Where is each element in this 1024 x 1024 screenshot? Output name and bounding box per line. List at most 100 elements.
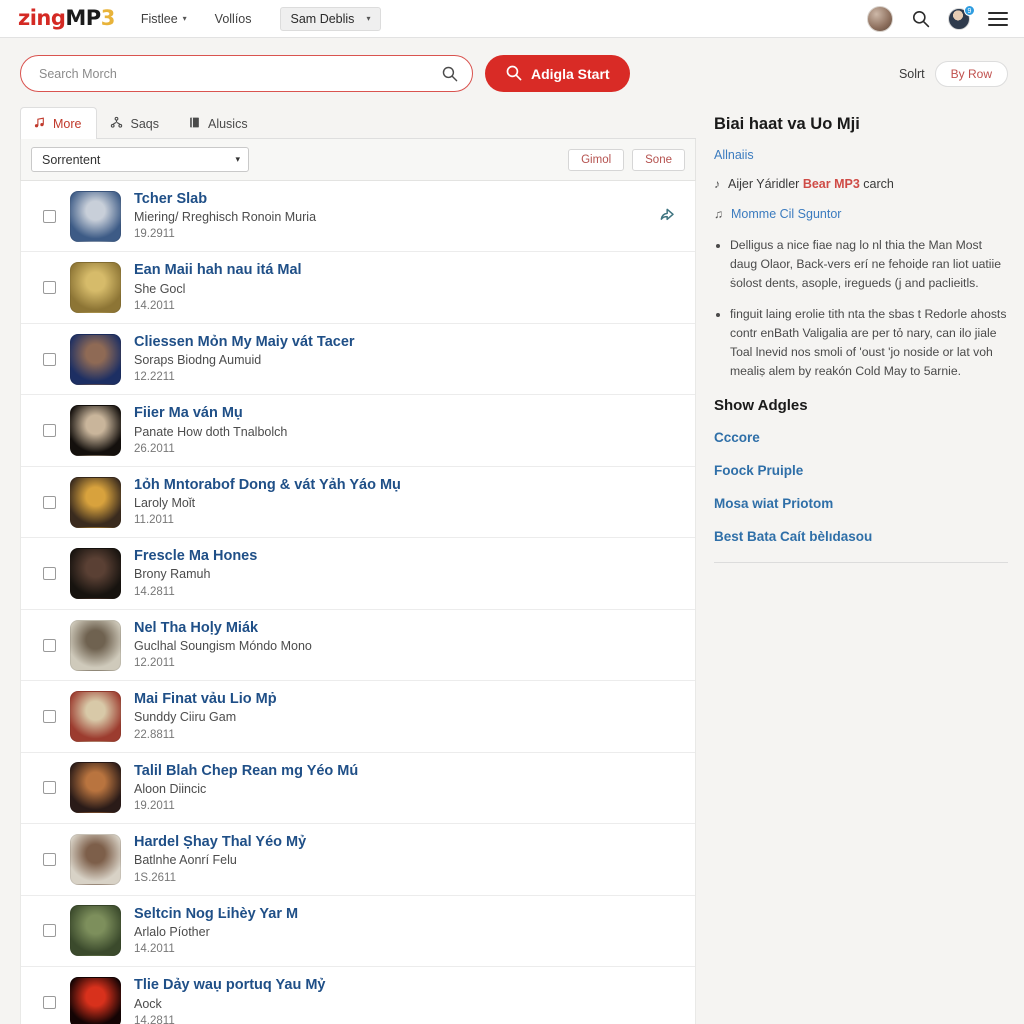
row-checkbox[interactable] [43,924,56,938]
row-title-link[interactable]: Tlie Dảy waụ portuq Yau Mỷ [134,976,651,994]
sidebar-note-text[interactable]: Momme Cil Sguntor [731,206,841,223]
thumbnail-image[interactable] [70,977,121,1024]
row-checkbox[interactable] [43,495,56,509]
table-row[interactable]: Seltcin Nog Ŀihèy Yar M Arlalo Píother 14.… [21,896,695,968]
table-row[interactable]: Tlie Dảy waụ portuq Yau Mỷ Aock 14.2811 [21,967,695,1024]
sidebar-note: ♪ Aijer Yáridler Bear MP3 carch [714,176,1008,193]
sone-button[interactable]: Sone [632,148,685,171]
row-checkbox[interactable] [43,996,56,1010]
row-title-link[interactable]: Fiier Ma ván Mụ [134,404,651,422]
sidebar-link[interactable]: Mosa wiat Priotom [714,496,1008,511]
thumbnail-image[interactable] [70,762,121,814]
zingmp3-logo[interactable]: zingMP3 [18,8,115,29]
table-row[interactable]: Hardel Ṣhay Thal Yéo Mỷ Batlnhe Aonrí Fel… [21,824,695,896]
row-subtitle: Laroly Moǐt [134,496,196,510]
row-checkbox[interactable] [43,781,56,795]
row-title-link[interactable]: Cliessen Mỏn My Maiy vát Tacer [134,333,651,351]
tab-more[interactable]: More [20,107,98,139]
thumbnail-image[interactable] [70,833,121,885]
row-checkbox[interactable] [43,281,56,295]
row-date: 14.2811 [134,1014,175,1024]
row-date: 14.2011 [134,943,175,956]
row-title-link[interactable]: Tcher Slab [134,190,651,208]
row-checkbox[interactable] [43,567,56,581]
music-note-icon: ♫ [714,206,723,221]
notification-badge: 9 [964,4,975,16]
search-row: Adigla Start Solrt By Row [0,38,1024,106]
row-checkbox[interactable] [43,352,56,366]
row-title-link[interactable]: Seltcin Nog Ŀihèy Yar M [134,905,651,923]
gimol-button[interactable]: Gimol [568,148,625,171]
thumbnail-image[interactable] [70,190,121,242]
logo-part-3: 3 [100,6,116,30]
music-note-icon [33,116,46,132]
row-meta: Seltcin Nog Ŀihèy Yar M Arlalo Píother 14.… [134,905,651,957]
nav-item-vollios[interactable]: Vollíos [215,12,252,26]
book-icon [188,116,201,132]
sidebar-link[interactable]: Cccore [714,430,1008,445]
row-meta: Tlie Dảy waụ portuq Yau Mỷ Aock 14.2811 [134,976,651,1024]
table-row[interactable]: Nel Tha Hoḷy Miák Guclhal Soungism Móndo … [21,610,695,682]
table-row[interactable]: Tcher Slab Miering/ Rreghisch Ronoin Muri… [21,181,695,253]
table-row[interactable]: Mai Finat vảu Lio Mṗ Sunddy Ciiru Gam 22.8… [21,681,695,753]
tab-alusics[interactable]: Alusics [175,107,264,139]
nav-item-fistlee[interactable]: Fistlee ▾ [141,12,187,26]
row-subtitle: Guclhal Soungism Móndo Mono [134,638,312,653]
row-meta: Tcher Slab Miering/ Rreghisch Ronoin Muri… [134,190,651,242]
sort-by-row-button[interactable]: By Row [934,60,1008,87]
row-title-link[interactable]: Mai Finat vảu Lio Mṗ [134,690,651,708]
table-row[interactable]: Cliessen Mỏn My Maiy vát Tacer Soraps Bio… [21,324,695,396]
thumbnail-image[interactable] [70,619,121,671]
sort-controls: Solrt By Row [899,60,1008,87]
tab-saqs[interactable]: Saqs [97,107,175,139]
table-row[interactable]: Talil Blah Chep Rean mg Yéo Mú Aloon Diin… [21,753,695,825]
row-title-link[interactable]: Talil Blah Chep Rean mg Yéo Mú [134,762,651,780]
share-icon[interactable] [651,206,685,226]
search-box[interactable] [20,55,473,92]
row-title-link[interactable]: Hardel Ṣhay Thal Yéo Mỷ [134,833,651,851]
sort-select-value: Sorrentent [42,152,101,167]
profile-avatar[interactable]: 9 [948,4,975,30]
row-checkbox[interactable] [43,209,56,223]
avatar[interactable] [867,5,893,32]
row-checkbox[interactable] [43,638,56,652]
row-checkbox[interactable] [43,710,56,724]
table-row[interactable]: Fiier Ma ván Mụ Panate How doth Tnalbolch… [21,395,695,467]
row-checkbox[interactable] [43,424,56,438]
hamburger-menu-icon[interactable] [988,11,1008,26]
result-list: Tcher Slab Miering/ Rreghisch Ronoin Muri… [20,181,696,1024]
row-title-link[interactable]: Ean Maii hah nau itá Mal [134,261,651,279]
row-title-link[interactable]: Frescle Ma Hones [134,547,651,565]
row-title-link[interactable]: Nel Tha Hoḷy Miák [134,619,651,637]
tab-alusics-label: Alusics [207,117,248,131]
account-selector[interactable]: Sam Deblis ▾ [279,6,382,31]
thumbnail-image[interactable] [70,476,121,528]
sidebar-top-link[interactable]: Allnaiis [714,148,1008,162]
thumbnail-image[interactable] [70,691,121,743]
row-subtitle: Aock [134,996,162,1011]
thumbnail-image[interactable] [70,333,121,385]
row-date: 12.2011 [134,657,175,670]
table-row[interactable]: Frescle Ma Hones Brony Ramuh 14.2811 [21,538,695,610]
adigla-start-button[interactable]: Adigla Start [485,55,630,92]
sort-select[interactable]: Sorrentent ▾ [31,147,249,172]
row-checkbox[interactable] [43,852,56,866]
row-meta: Cliessen Mỏn My Maiy vát Tacer Soraps Bio… [134,333,651,385]
row-meta: Fiier Ma ván Mụ Panate How doth Tnalbolch… [134,404,651,456]
search-input[interactable] [37,65,456,82]
search-icon[interactable] [911,9,930,28]
sidebar-link[interactable]: Best Bata Caít bèlıdasou [714,529,1008,544]
sidebar-link[interactable]: Foock Pruiple [714,463,1008,478]
thumbnail-image[interactable] [70,405,121,457]
main-content: More Saqs Alusics Sorrentent ▾ Gimol Son… [0,106,1024,1024]
search-icon[interactable] [441,65,458,87]
thumbnail-image[interactable] [70,905,121,957]
group-icon [110,116,123,132]
table-row[interactable]: 1ỏh Mntorabof Dong & vát Yảh Yáo Mụ Larol… [21,467,695,539]
row-date: 1S.2611 [134,871,176,884]
sidebar-note-prefix: Aijer Yáridler [728,177,803,191]
table-row[interactable]: Ean Maii hah nau itá Mal She Gocl 14.2011 [21,252,695,324]
row-title-link[interactable]: 1ỏh Mntorabof Dong & vát Yảh Yáo Mụ [134,476,651,494]
thumbnail-image[interactable] [70,548,121,600]
thumbnail-image[interactable] [70,262,121,314]
